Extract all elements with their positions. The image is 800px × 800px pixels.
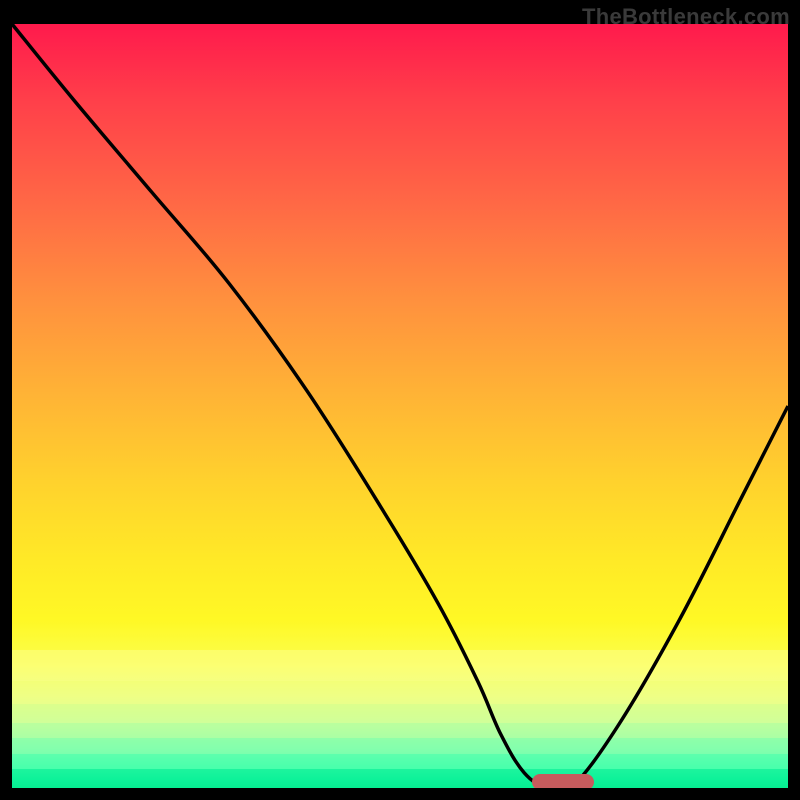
bottleneck-curve	[12, 24, 788, 788]
frame-border	[0, 0, 12, 800]
frame-border	[0, 788, 800, 800]
plot-area	[12, 24, 788, 788]
watermark-text: TheBottleneck.com	[582, 4, 790, 30]
curve-path	[12, 24, 788, 794]
chart-frame: TheBottleneck.com	[0, 0, 800, 800]
frame-border	[788, 0, 800, 800]
